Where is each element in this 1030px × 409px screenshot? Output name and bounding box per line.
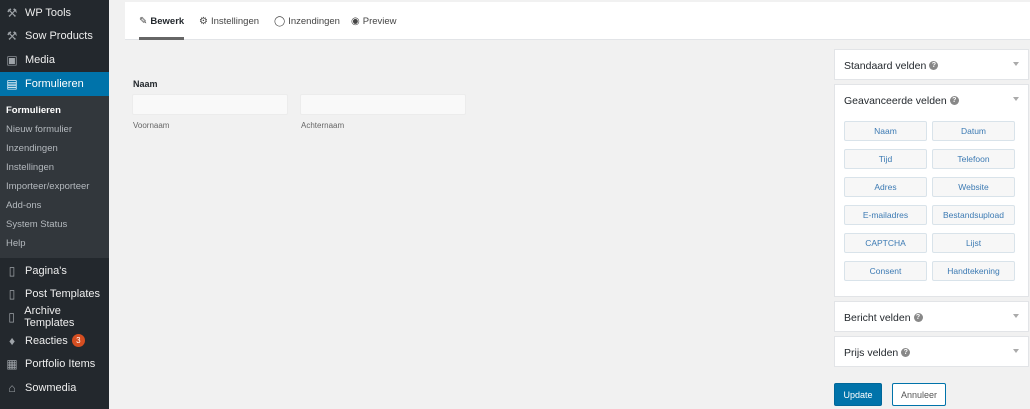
submenu-nieuw-formulier[interactable]: Nieuw formulier [6,124,72,135]
page-icon: ▯ [8,309,15,324]
menu-label: Media [25,53,55,66]
edit-icon: ✎ [139,15,148,27]
media-icon: ▣ [6,52,18,67]
eye-icon: ◉ [351,15,360,27]
name-field-label: Naam [133,79,158,89]
wrench-icon: ⚒ [6,28,18,43]
panel-title: Standaard velden [844,59,927,72]
help-icon[interactable]: ? [949,96,959,105]
tab-label: Bewerk [150,15,185,27]
menu-item-formulieren[interactable]: ▤ Formulieren [0,72,109,96]
menu-label: Pagina's [25,264,67,277]
menu-item-portfolio-items[interactable]: ▦ Portfolio Items [0,352,109,375]
add-field-website-button[interactable]: Website [932,177,1015,197]
page-icon: ▯ [8,286,16,301]
panel-title: Geavanceerde velden [844,94,947,107]
admin-sidebar: ⚒ WP Tools ⚒ Sow Products ▣ Media ▤ Form… [0,0,109,409]
menu-item-media[interactable]: ▣ Media [0,48,109,71]
panel-header-standard[interactable]: Standaard velden ? [835,50,1028,81]
submenu-inzendingen[interactable]: Inzendingen [6,143,58,154]
menu-label: Sow Products [25,29,93,42]
menu-item-sowmedia[interactable]: ⌂ Sowmedia [0,376,109,399]
help-icon[interactable]: ? [901,348,911,357]
panel-post-fields: Bericht velden ? [834,301,1029,332]
cancel-button[interactable]: Annuleer [892,383,946,406]
forms-submenu: Formulieren Nieuw formulier Inzendingen … [0,96,109,258]
last-name-sublabel: Achternaam [301,121,345,130]
menu-item-paginas[interactable]: ▯ Pagina's [0,259,109,282]
tab-label: Inzendingen [288,15,340,27]
last-name-input[interactable] [300,94,466,115]
submenu-formulieren[interactable]: Formulieren [6,105,61,116]
panel-header-advanced[interactable]: Geavanceerde velden ? [835,85,1028,116]
add-field-lijst-button[interactable]: Lijst [932,233,1015,253]
menu-label: Reacties [25,334,68,347]
add-field-email-button[interactable]: E-mailadres [844,205,927,225]
chevron-down-icon [1013,349,1019,353]
tab-label: Preview [362,15,397,27]
add-field-telefoon-button[interactable]: Telefoon [932,149,1015,169]
menu-item-post-templates[interactable]: ▯ Post Templates [0,282,109,305]
add-field-consent-button[interactable]: Consent [844,261,927,281]
chevron-down-icon [1013,97,1019,101]
wrench-icon: ⚒ [6,5,18,20]
add-field-captcha-button[interactable]: CAPTCHA [844,233,927,253]
form-editor-tabs: ✎ Bewerk ⚙ Instellingen ◯ Inzendingen ◉ … [125,2,1030,40]
menu-item-wp-tools[interactable]: ⚒ WP Tools [0,1,109,24]
help-icon[interactable]: ? [913,313,923,322]
chevron-down-icon [1013,314,1019,318]
panel-title: Prijs velden [844,346,899,359]
panel-header-post[interactable]: Bericht velden ? [835,302,1028,333]
submenu-add-ons[interactable]: Add-ons [6,200,41,211]
menu-item-archive-templates[interactable]: ▯ Archive Templates [0,304,109,329]
comment-icon: ♦ [8,333,16,348]
update-button[interactable]: Update [834,383,882,406]
submenu-system-status[interactable]: System Status [6,219,67,230]
add-field-naam-button[interactable]: Naam [844,121,927,141]
home-icon: ⌂ [8,380,16,395]
menu-item-reacties[interactable]: ♦ Reacties 3 [0,329,109,352]
help-icon[interactable]: ? [929,61,939,70]
page-icon: ▯ [8,263,16,278]
menu-label: Post Templates [25,287,101,300]
panel-standard-fields: Standaard velden ? [834,49,1029,80]
add-field-bestandsupload-button[interactable]: Bestandsupload [932,205,1015,225]
panel-title: Bericht velden [844,311,911,324]
menu-label: WP Tools [25,6,72,19]
tab-preview[interactable]: ◉ Preview [351,2,397,40]
comment-count-badge: 3 [71,334,85,347]
speech-bubble-icon: ◯ [274,15,286,27]
forms-icon: ▤ [6,77,18,91]
submenu-importeer-exporteer[interactable]: Importeer/exporteer [6,181,89,192]
gears-icon: ⚙ [199,15,208,27]
first-name-sublabel: Voornaam [133,121,170,130]
tab-inzendingen[interactable]: ◯ Inzendingen [274,2,340,40]
chevron-down-icon [1013,62,1019,66]
panel-pricing-fields: Prijs velden ? [834,336,1029,367]
menu-label: Archive Templates [24,304,75,329]
add-field-handtekening-button[interactable]: Handtekening [932,261,1015,281]
menu-item-sow-products[interactable]: ⚒ Sow Products [0,24,109,47]
menu-label: Portfolio Items [25,357,96,370]
add-field-adres-button[interactable]: Adres [844,177,927,197]
submenu-help[interactable]: Help [6,238,26,249]
panel-header-pricing[interactable]: Prijs velden ? [835,337,1028,368]
tab-bewerk[interactable]: ✎ Bewerk [139,2,185,40]
tab-label: Instellingen [210,15,260,27]
first-name-input[interactable] [132,94,288,115]
menu-label: Sowmedia [25,381,77,394]
submenu-instellingen[interactable]: Instellingen [6,162,54,173]
portfolio-icon: ▦ [6,356,18,371]
add-field-tijd-button[interactable]: Tijd [844,149,927,169]
add-field-datum-button[interactable]: Datum [932,121,1015,141]
tab-instellingen[interactable]: ⚙ Instellingen [199,2,259,40]
menu-label: Formulieren [25,78,84,90]
panel-advanced-fields: Geavanceerde velden ? Naam Datum Tijd Te… [834,84,1029,297]
